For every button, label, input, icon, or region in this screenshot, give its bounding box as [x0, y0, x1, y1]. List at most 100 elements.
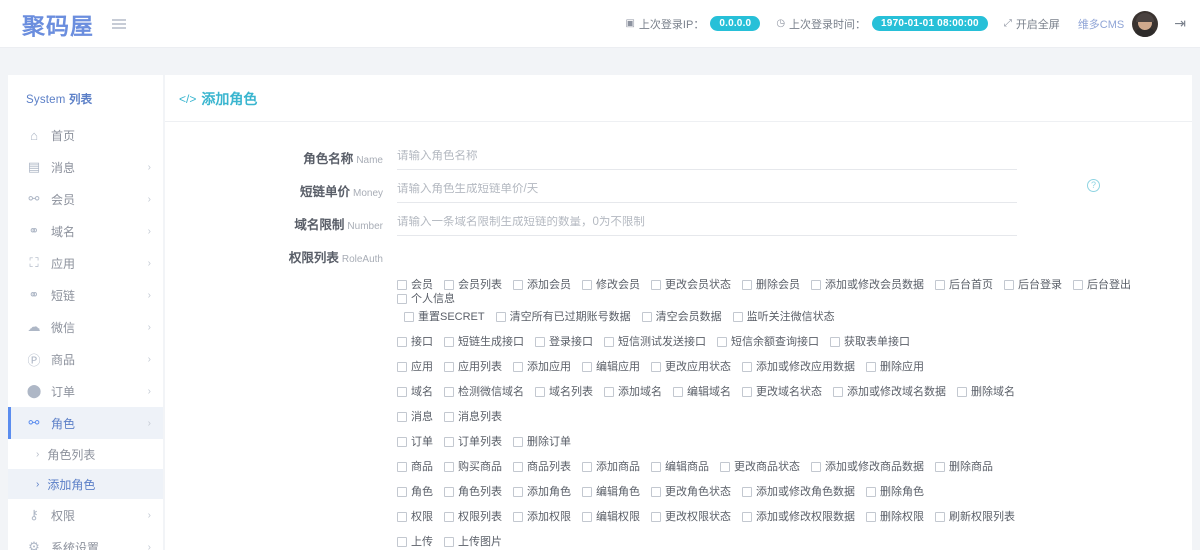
checkbox-box-icon[interactable]	[957, 387, 967, 397]
sidebar-item-消息[interactable]: ▤ 消息 ›	[8, 151, 163, 183]
checkbox-box-icon[interactable]	[495, 312, 506, 322]
checkbox-box-icon[interactable]	[651, 487, 661, 497]
checkbox-会员[interactable]: 会员	[397, 278, 433, 292]
avatar[interactable]	[1132, 10, 1159, 37]
checkbox-box-icon[interactable]	[604, 337, 614, 347]
checkbox-box-icon[interactable]	[444, 537, 454, 547]
checkbox-box-icon[interactable]	[641, 312, 652, 322]
checkbox-更改应用状态[interactable]: 更改应用状态	[651, 360, 731, 374]
brand-logo[interactable]: 聚码屋	[22, 7, 94, 41]
checkbox-box-icon[interactable]	[404, 312, 414, 322]
checkbox-域名[interactable]: 域名	[397, 385, 433, 399]
checkbox-box-icon[interactable]	[513, 362, 523, 372]
checkbox-box-icon[interactable]	[717, 337, 727, 347]
checkbox-添加会员[interactable]: 添加会员	[513, 278, 571, 292]
checkbox-box-icon[interactable]	[651, 462, 661, 472]
checkbox-box-icon[interactable]	[833, 387, 843, 397]
checkbox-上传图片[interactable]: 上传图片	[444, 535, 502, 549]
checkbox-清空会员数据[interactable]: 清空会员数据	[641, 310, 722, 324]
checkbox-box-icon[interactable]	[535, 337, 545, 347]
checkbox-接口[interactable]: 接口	[397, 335, 433, 349]
checkbox-添加或修改应用数据[interactable]: 添加或修改应用数据	[742, 360, 855, 374]
checkbox-短信测试发送接口[interactable]: 短信测试发送接口	[604, 335, 706, 349]
checkbox-个人信息[interactable]: 个人信息	[397, 292, 455, 306]
checkbox-box-icon[interactable]	[397, 537, 407, 547]
checkbox-box-icon[interactable]	[444, 412, 454, 422]
checkbox-box-icon[interactable]	[397, 337, 407, 347]
fullscreen-button[interactable]: ⤢ 开启全屏	[1004, 16, 1060, 32]
checkbox-box-icon[interactable]	[444, 280, 454, 290]
checkbox-编辑角色[interactable]: 编辑角色	[582, 485, 640, 499]
money-input[interactable]	[397, 183, 1017, 203]
checkbox-短信余额查询接口[interactable]: 短信余额查询接口	[717, 335, 819, 349]
checkbox-编辑权限[interactable]: 编辑权限	[582, 510, 640, 524]
checkbox-监听关注微信状态[interactable]: 监听关注微信状态	[732, 310, 835, 324]
checkbox-box-icon[interactable]	[811, 280, 821, 290]
checkbox-box-icon[interactable]	[444, 437, 454, 447]
sidebar-subitem-添加角色[interactable]: › 添加角色	[8, 469, 163, 499]
sidebar-item-会员[interactable]: ⚯ 会员 ›	[8, 183, 163, 215]
checkbox-添加应用[interactable]: 添加应用	[513, 360, 571, 374]
checkbox-上传[interactable]: 上传	[397, 535, 433, 549]
checkbox-box-icon[interactable]	[935, 512, 945, 522]
checkbox-box-icon[interactable]	[673, 387, 683, 397]
checkbox-box-icon[interactable]	[582, 280, 592, 290]
checkbox-角色列表[interactable]: 角色列表	[444, 485, 502, 499]
checkbox-删除订单[interactable]: 删除订单	[513, 435, 571, 449]
checkbox-编辑商品[interactable]: 编辑商品	[651, 460, 709, 474]
checkbox-更改商品状态[interactable]: 更改商品状态	[720, 460, 800, 474]
checkbox-box-icon[interactable]	[444, 337, 454, 347]
checkbox-box-icon[interactable]	[535, 387, 545, 397]
checkbox-box-icon[interactable]	[397, 387, 407, 397]
checkbox-box-icon[interactable]	[742, 387, 752, 397]
checkbox-添加商品[interactable]: 添加商品	[582, 460, 640, 474]
checkbox-box-icon[interactable]	[742, 487, 752, 497]
checkbox-删除角色[interactable]: 删除角色	[866, 485, 924, 499]
checkbox-box-icon[interactable]	[732, 312, 743, 322]
sidebar-item-商品[interactable]: Ⓟ 商品 ›	[8, 343, 163, 375]
checkbox-box-icon[interactable]	[397, 512, 407, 522]
checkbox-box-icon[interactable]	[1073, 280, 1083, 290]
checkbox-删除商品[interactable]: 删除商品	[935, 460, 993, 474]
checkbox-box-icon[interactable]	[444, 487, 454, 497]
checkbox-box-icon[interactable]	[397, 487, 407, 497]
checkbox-添加或修改商品数据[interactable]: 添加或修改商品数据	[811, 460, 924, 474]
checkbox-角色[interactable]: 角色	[397, 485, 433, 499]
checkbox-box-icon[interactable]	[742, 512, 752, 522]
checkbox-删除会员[interactable]: 删除会员	[742, 278, 800, 292]
checkbox-删除权限[interactable]: 删除权限	[866, 510, 924, 524]
checkbox-box-icon[interactable]	[830, 337, 840, 347]
checkbox-短链生成接口[interactable]: 短链生成接口	[444, 335, 524, 349]
sidebar-item-应用[interactable]: ⛶ 应用 ›	[8, 247, 163, 279]
checkbox-box-icon[interactable]	[397, 412, 407, 422]
checkbox-添加角色[interactable]: 添加角色	[513, 485, 571, 499]
checkbox-会员列表[interactable]: 会员列表	[444, 278, 502, 292]
checkbox-获取表单接口[interactable]: 获取表单接口	[830, 335, 910, 349]
checkbox-box-icon[interactable]	[742, 362, 752, 372]
sidebar-item-微信[interactable]: ☁ 微信 ›	[8, 311, 163, 343]
checkbox-清空所有已过期账号数据[interactable]: 清空所有已过期账号数据	[495, 310, 631, 324]
checkbox-添加或修改域名数据[interactable]: 添加或修改域名数据	[833, 385, 946, 399]
checkbox-box-icon[interactable]	[742, 280, 752, 290]
checkbox-box-icon[interactable]	[513, 512, 523, 522]
checkbox-box-icon[interactable]	[651, 280, 661, 290]
checkbox-消息[interactable]: 消息	[397, 410, 433, 424]
sidebar-item-系统设置[interactable]: ⚙ 系统设置 ›	[8, 531, 163, 550]
checkbox-添加或修改会员数据[interactable]: 添加或修改会员数据	[811, 278, 924, 292]
checkbox-box-icon[interactable]	[397, 437, 407, 447]
checkbox-添加权限[interactable]: 添加权限	[513, 510, 571, 524]
checkbox-box-icon[interactable]	[513, 487, 523, 497]
checkbox-订单[interactable]: 订单	[397, 435, 433, 449]
checkbox-更改角色状态[interactable]: 更改角色状态	[651, 485, 731, 499]
question-icon[interactable]: ?	[1087, 179, 1100, 192]
checkbox-应用列表[interactable]: 应用列表	[444, 360, 502, 374]
checkbox-修改会员[interactable]: 修改会员	[582, 278, 640, 292]
checkbox-box-icon[interactable]	[935, 280, 945, 290]
checkbox-检测微信域名[interactable]: 检测微信域名	[444, 385, 524, 399]
checkbox-订单列表[interactable]: 订单列表	[444, 435, 502, 449]
checkbox-刷新权限列表[interactable]: 刷新权限列表	[935, 510, 1015, 524]
checkbox-编辑应用[interactable]: 编辑应用	[582, 360, 640, 374]
checkbox-box-icon[interactable]	[582, 362, 592, 372]
checkbox-box-icon[interactable]	[866, 512, 876, 522]
checkbox-box-icon[interactable]	[444, 362, 454, 372]
